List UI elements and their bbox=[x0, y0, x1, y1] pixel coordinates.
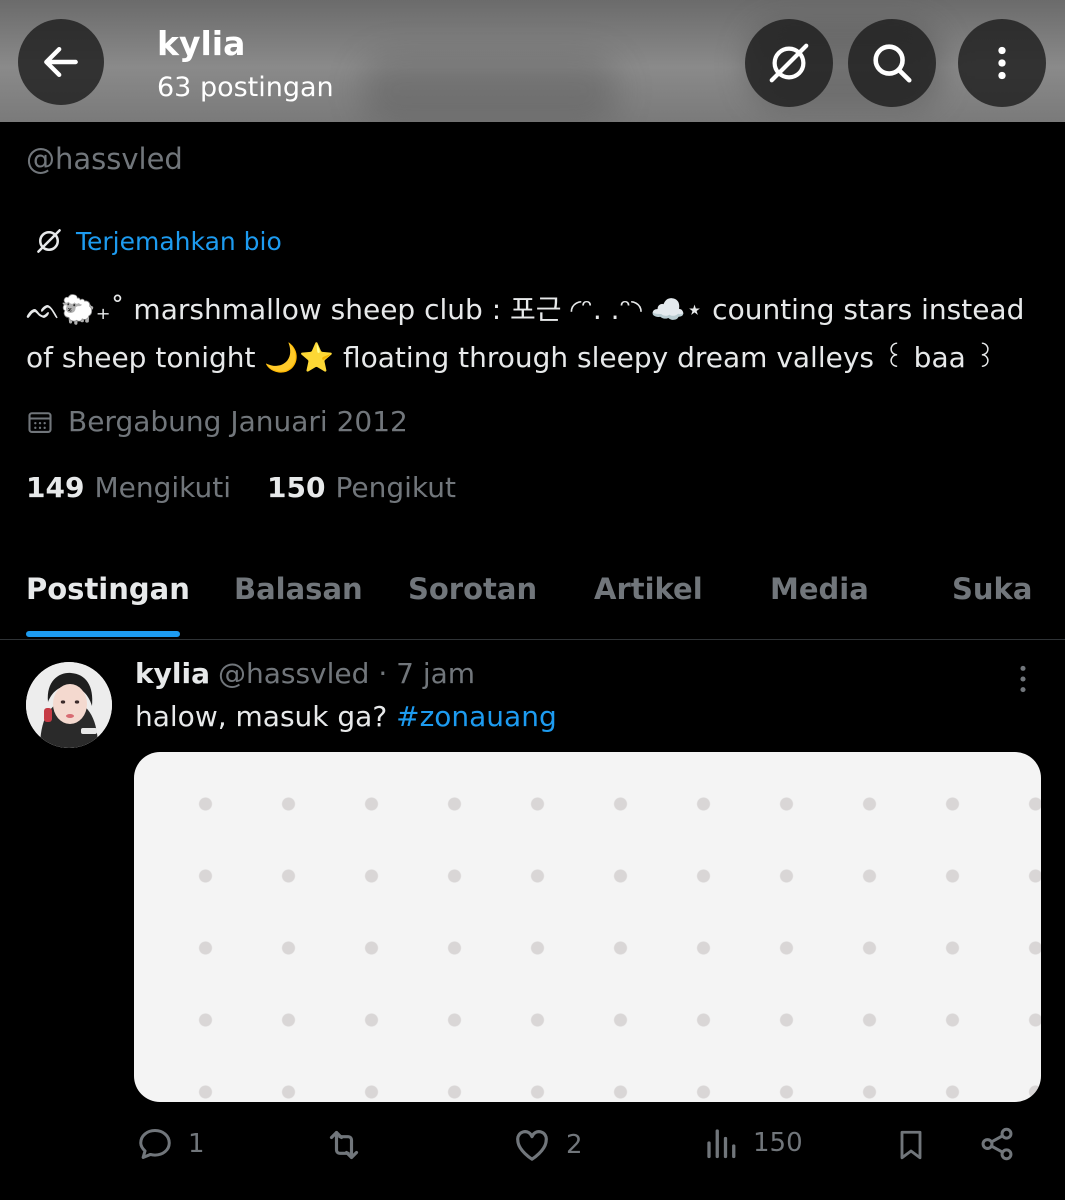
header-title: kylia bbox=[157, 24, 246, 63]
more-vertical-icon bbox=[1020, 665, 1026, 693]
follow-stats: 149 Mengikuti 150 Pengikut bbox=[26, 471, 456, 504]
followers-count: 150 bbox=[267, 471, 326, 504]
repost-icon bbox=[329, 1130, 359, 1160]
joined-text: Bergabung Januari 2012 bbox=[68, 405, 408, 438]
back-button[interactable] bbox=[18, 19, 104, 105]
tab-suka[interactable]: Suka bbox=[952, 572, 1032, 606]
followers-label: Pengikut bbox=[335, 471, 456, 504]
reply-button[interactable]: 1 bbox=[136, 1125, 205, 1163]
more-vertical-icon bbox=[998, 46, 1006, 80]
tab-sorotan[interactable]: Sorotan bbox=[408, 572, 537, 606]
views-button[interactable]: 150 bbox=[703, 1125, 803, 1161]
followers-link[interactable]: 150 Pengikut bbox=[267, 471, 456, 504]
views-icon bbox=[707, 1129, 736, 1159]
post-text: halow, masuk ga? #zonauang bbox=[135, 700, 557, 733]
calendar-icon bbox=[28, 411, 52, 433]
following-link[interactable]: 149 Mengikuti bbox=[26, 471, 231, 504]
reply-count: 1 bbox=[188, 1129, 205, 1159]
active-tab-indicator bbox=[26, 631, 180, 637]
profile-header: kylia 63 postingan bbox=[0, 0, 1065, 122]
following-count: 149 bbox=[26, 471, 85, 504]
like-count: 2 bbox=[566, 1130, 583, 1160]
search-button[interactable] bbox=[848, 19, 936, 107]
following-label: Mengikuti bbox=[94, 471, 231, 504]
post-media-image[interactable] bbox=[134, 752, 1041, 1102]
translate-icon bbox=[769, 43, 809, 83]
profile-bio: ᨒ🐑₊˚ marshmallow sheep club : 포근 ◜ᵔ. .ᵔ◝… bbox=[26, 293, 1025, 374]
more-options-button[interactable] bbox=[958, 19, 1046, 107]
post-more-button[interactable] bbox=[1010, 662, 1036, 700]
views-count: 150 bbox=[753, 1128, 803, 1158]
reply-icon bbox=[139, 1129, 171, 1159]
share-button[interactable] bbox=[978, 1125, 1016, 1163]
post-author-handle[interactable]: @hassvled bbox=[218, 657, 369, 690]
repost-button[interactable] bbox=[324, 1125, 378, 1165]
back-arrow-icon bbox=[44, 46, 78, 78]
bookmark-icon bbox=[900, 1130, 922, 1160]
post-author-name[interactable]: kylia bbox=[135, 657, 210, 690]
post-separator: · bbox=[378, 657, 388, 690]
avatar-image bbox=[26, 662, 112, 748]
translate-bio-link[interactable]: Terjemahkan bio bbox=[34, 226, 282, 256]
profile-tabs: Postingan Balasan Sorotan Artikel Media … bbox=[0, 560, 1065, 640]
search-icon bbox=[873, 44, 912, 83]
avatar[interactable] bbox=[26, 662, 112, 748]
bookmark-button[interactable] bbox=[893, 1125, 929, 1165]
profile-handle: @hassvled bbox=[26, 142, 183, 176]
share-icon bbox=[981, 1127, 1013, 1161]
tab-balasan[interactable]: Balasan bbox=[234, 572, 363, 606]
header-banner-blur bbox=[360, 55, 620, 122]
post-time[interactable]: 7 jam bbox=[396, 657, 475, 690]
post-hashtag[interactable]: #zonauang bbox=[396, 700, 557, 733]
post-body: halow, masuk ga? bbox=[135, 700, 388, 733]
post-actions: 1 2 150 bbox=[0, 1125, 1065, 1173]
like-button[interactable]: 2 bbox=[512, 1125, 583, 1165]
tab-artikel[interactable]: Artikel bbox=[594, 572, 703, 606]
tab-media[interactable]: Media bbox=[770, 572, 869, 606]
translate-button[interactable] bbox=[745, 19, 833, 107]
post-header: kylia @hassvled · 7 jam bbox=[135, 657, 475, 690]
translate-bio-label: Terjemahkan bio bbox=[76, 226, 282, 256]
header-post-count: 63 postingan bbox=[157, 72, 334, 103]
like-icon bbox=[516, 1130, 548, 1161]
tab-postingan[interactable]: Postingan bbox=[26, 572, 190, 606]
translate-icon bbox=[37, 229, 61, 253]
joined-date: Bergabung Januari 2012 bbox=[26, 405, 408, 438]
